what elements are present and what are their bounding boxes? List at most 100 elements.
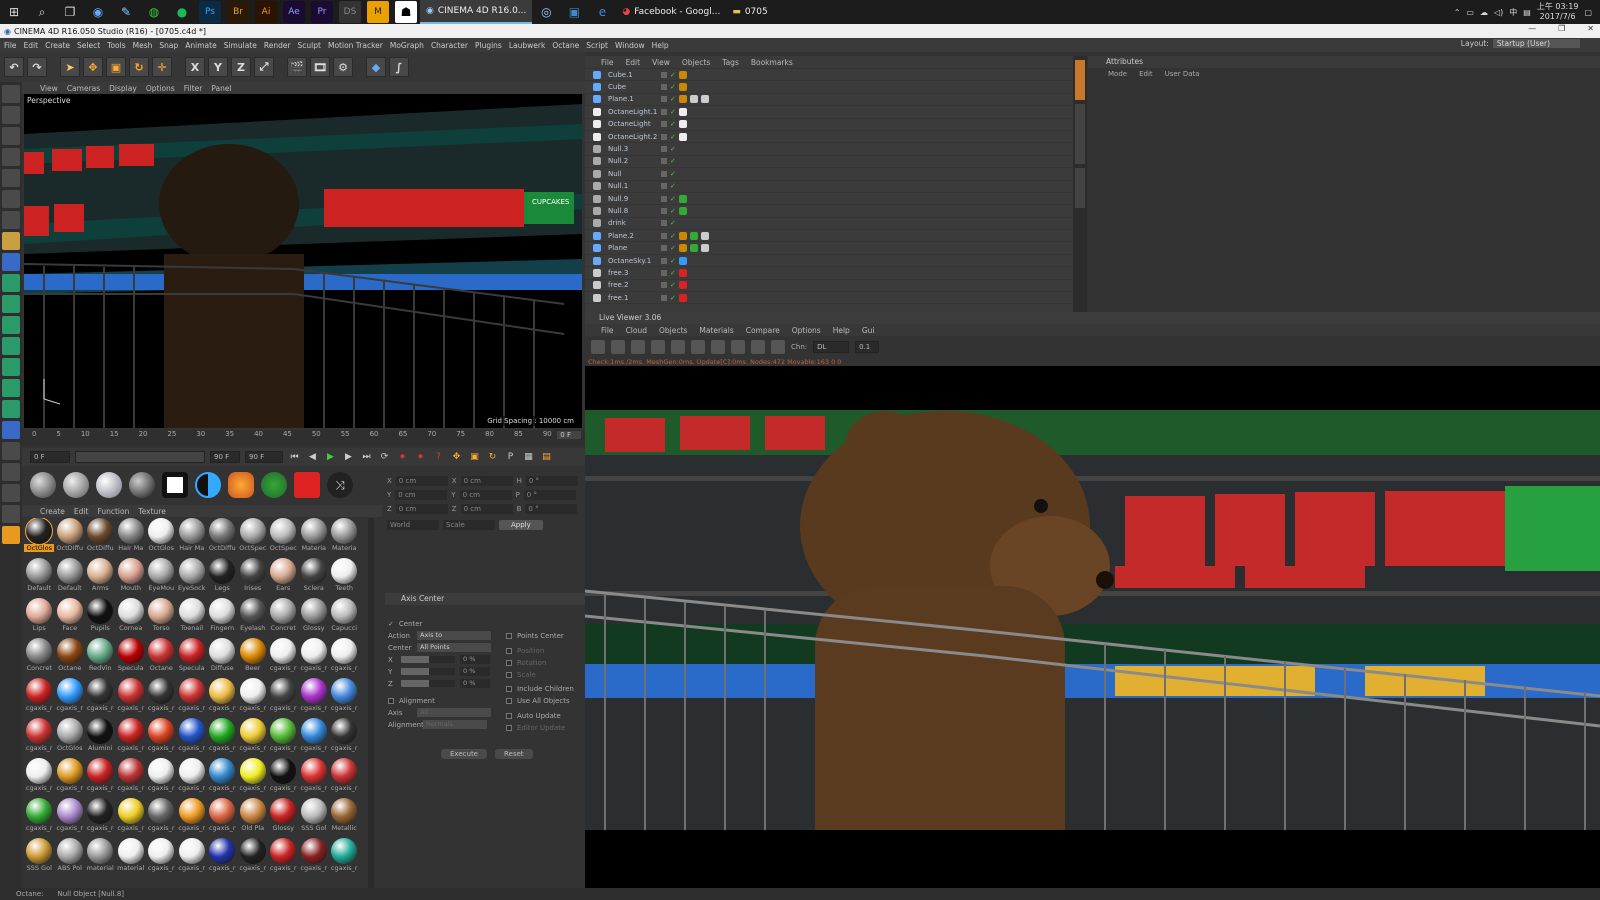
material-swatch[interactable]: OctGlos	[146, 518, 177, 558]
polygons-mode-icon[interactable]	[2, 211, 20, 229]
enabled-check-icon[interactable]: ✓	[670, 219, 676, 227]
material-swatch[interactable]: cgaxis_r	[116, 718, 147, 758]
menu-snap[interactable]: Snap	[159, 41, 178, 50]
material-swatch[interactable]: cgaxis_r	[268, 758, 299, 798]
material-swatch[interactable]: OctSpec	[268, 518, 299, 558]
brush-icon[interactable]	[2, 316, 20, 334]
octane-mix-icon[interactable]	[129, 472, 155, 498]
material-swatch[interactable]: Fingern	[207, 598, 238, 638]
lv-menu-gui[interactable]: Gui	[862, 326, 875, 335]
material-swatch[interactable]: Materia	[299, 518, 330, 558]
menu-window[interactable]: Window	[615, 41, 645, 50]
material-swatch[interactable]: Octane	[55, 638, 86, 678]
visibility-toggle-icon[interactable]	[661, 146, 667, 153]
material-swatch[interactable]: Sclera	[299, 558, 330, 598]
steam-icon[interactable]: ◎	[535, 1, 557, 23]
material-swatch[interactable]: cgaxis_r	[146, 758, 177, 798]
edges-mode-icon[interactable]	[2, 190, 20, 208]
visibility-toggle-icon[interactable]	[661, 294, 667, 301]
after-effects-icon[interactable]: Ae	[283, 1, 305, 23]
object-tag-icon[interactable]	[678, 281, 687, 290]
visibility-toggle-icon[interactable]	[661, 170, 667, 177]
premiere-icon[interactable]: Pr	[311, 1, 333, 23]
material-swatch[interactable]: cgaxis_r	[329, 638, 360, 678]
center-checkbox[interactable]: ✓	[388, 620, 394, 628]
material-swatch[interactable]: cgaxis_r	[85, 758, 116, 798]
material-swatch[interactable]: cgaxis_r	[55, 798, 86, 838]
menu-script[interactable]: Script	[586, 41, 608, 50]
object-name[interactable]: Null.3	[604, 145, 659, 153]
object-row[interactable]: Plane ✓	[585, 242, 1073, 255]
object-name[interactable]: free.2	[604, 281, 659, 289]
material-swatch[interactable]: cgaxis_r	[299, 718, 330, 758]
object-name[interactable]: OctaneLight.2	[604, 133, 659, 141]
menu-motion-tracker[interactable]: Motion Tracker	[328, 41, 383, 50]
color-swatch-icon[interactable]	[2, 526, 20, 544]
material-swatch[interactable]: material	[116, 838, 147, 878]
object-name[interactable]: Null.1	[604, 182, 659, 190]
spotify-icon[interactable]: ●	[171, 1, 193, 23]
size-y-field[interactable]: 0 cm	[459, 490, 512, 500]
material-swatch[interactable]: OctDiffu	[207, 518, 238, 558]
close-button[interactable]: ✕	[1587, 24, 1594, 33]
object-name[interactable]: drink	[604, 219, 659, 227]
center-dropdown[interactable]: All Points	[417, 643, 491, 652]
visibility-toggle-icon[interactable]	[661, 133, 667, 140]
visibility-toggle-icon[interactable]	[661, 269, 667, 276]
visibility-toggle-icon[interactable]	[661, 158, 667, 165]
go-to-start-icon[interactable]: ⏮	[288, 451, 301, 464]
lv-menu-options[interactable]: Options	[792, 326, 821, 335]
visibility-toggle-icon[interactable]	[661, 232, 667, 239]
material-swatch[interactable]: cgaxis_r	[268, 638, 299, 678]
restart-render-icon[interactable]	[611, 340, 625, 354]
enabled-check-icon[interactable]: ✓	[670, 281, 676, 289]
layout-dropdown[interactable]: Startup (User)	[1492, 39, 1580, 48]
object-row[interactable]: Null ✓	[585, 168, 1073, 181]
menu-select[interactable]: Select	[77, 41, 100, 50]
material-swatch[interactable]: Metallic	[329, 798, 360, 838]
object-name[interactable]: free.1	[604, 294, 659, 302]
material-swatch[interactable]: cgaxis_r	[177, 798, 208, 838]
notification-icon[interactable]: ▤	[1523, 8, 1531, 17]
app-icon-3[interactable]: ☗	[395, 1, 417, 23]
material-swatch[interactable]: cgaxis_r	[177, 678, 208, 718]
region-render-icon[interactable]	[651, 340, 665, 354]
material-swatch[interactable]: Old Pla	[238, 798, 269, 838]
use-all-objects-checkbox[interactable]	[506, 697, 512, 704]
lock-icon[interactable]	[691, 340, 705, 354]
material-swatch[interactable]: Face	[55, 598, 86, 638]
timeline-ruler[interactable]: 0 5 10 15 20 25 30 35 40 45 50 55 60 65 …	[22, 430, 585, 446]
object-tag-icon[interactable]	[700, 231, 709, 240]
objects-tab[interactable]	[1075, 60, 1085, 100]
viewport-menu-options[interactable]: Options	[146, 84, 175, 93]
world-dropdown[interactable]: World	[387, 520, 439, 530]
material-swatch[interactable]: Torso	[146, 598, 177, 638]
value-field[interactable]: 0.1	[855, 341, 880, 353]
object-row[interactable]: Cube ✓	[585, 81, 1073, 94]
rotation-key-icon[interactable]: ↻	[486, 451, 499, 464]
menu-edit[interactable]: Edit	[24, 41, 39, 50]
object-row[interactable]: drink ✓	[585, 218, 1073, 231]
material-swatch[interactable]: material	[85, 838, 116, 878]
visibility-toggle-icon[interactable]	[661, 257, 667, 264]
object-tag-icon[interactable]	[700, 95, 709, 104]
object-row[interactable]: Null.8 ✓	[585, 205, 1073, 218]
clay-mode-icon[interactable]	[711, 340, 725, 354]
objects-menu-edit[interactable]: Edit	[626, 58, 641, 67]
spline-tool-icon[interactable]: ∫	[389, 57, 409, 77]
make-editable-icon[interactable]	[2, 85, 20, 103]
material-swatch[interactable]: OctGlos	[55, 718, 86, 758]
object-row[interactable]: OctaneLight.2 ✓	[585, 131, 1073, 144]
object-name[interactable]: Null.8	[604, 207, 659, 215]
object-name[interactable]: Plane.1	[604, 95, 659, 103]
action-center-icon[interactable]: ▢	[1584, 8, 1592, 17]
task-cinema4d[interactable]: ◉ CINEMA 4D R16.0...	[420, 0, 533, 24]
object-tag-icon[interactable]	[678, 293, 687, 302]
position-checkbox[interactable]	[506, 647, 512, 654]
preview-range-slider[interactable]	[75, 451, 205, 463]
octane-diffuse-icon[interactable]	[30, 472, 56, 498]
menu-mograph[interactable]: MoGraph	[390, 41, 424, 50]
material-swatch[interactable]: cgaxis_r	[146, 838, 177, 878]
material-swatch[interactable]: cgaxis_r	[207, 758, 238, 798]
material-swatch[interactable]: cgaxis_r	[299, 678, 330, 718]
